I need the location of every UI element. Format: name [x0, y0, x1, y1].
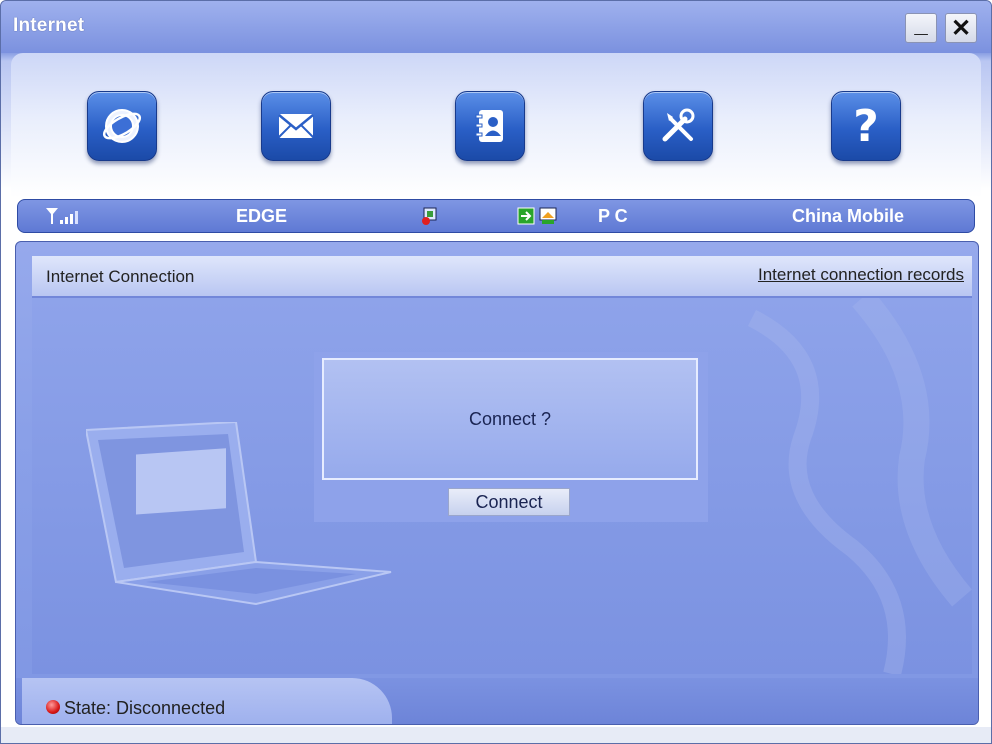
close-icon: ✕ — [950, 14, 972, 42]
minimize-icon: _ — [914, 11, 928, 38]
connect-button[interactable]: Connect — [448, 488, 570, 516]
panel-header: Internet Connection Internet connection … — [32, 256, 972, 298]
signal-strength-icon — [46, 208, 78, 224]
status-bar: EDGE P C China Mobile — [17, 199, 975, 233]
connection-state: State: Disconnected — [64, 698, 226, 718]
panel-title: Internet Connection — [46, 267, 195, 286]
connect-prompt-text: Connect ? — [468, 408, 552, 429]
connection-records-link[interactable]: Internet connection records — [758, 265, 964, 285]
pc-connection-icon — [517, 207, 557, 225]
help-button[interactable]: ? — [831, 91, 901, 161]
connect-prompt: Connect ? — [322, 358, 698, 480]
tools-icon — [662, 108, 695, 142]
connect-dialog: Connect ? Connect — [314, 352, 708, 522]
disconnected-status-icon — [46, 700, 60, 714]
minimize-button[interactable]: _ — [905, 11, 937, 43]
panel-content: Connect ? Connect — [32, 298, 972, 674]
internet-button[interactable] — [87, 91, 157, 161]
sim-card-icon — [422, 207, 437, 225]
globe-icon — [102, 109, 142, 143]
settings-button[interactable] — [643, 91, 713, 161]
envelope-icon — [278, 114, 314, 138]
messages-button[interactable] — [261, 91, 331, 161]
connection-mode: P C — [598, 206, 628, 226]
contacts-button[interactable] — [455, 91, 525, 161]
close-button[interactable]: ✕ — [945, 13, 977, 43]
status-footer: State: Disconnected — [16, 678, 978, 724]
operator-name: China Mobile — [792, 206, 904, 226]
network-type: EDGE — [236, 206, 288, 226]
window-title: Internet — [13, 15, 85, 36]
world-map-watermark — [747, 298, 972, 674]
app-window: Internet _ ✕ ? EDGE P C China Mobile Int… — [0, 0, 992, 744]
state-tab: State: Disconnected — [22, 678, 392, 724]
address-book-icon — [475, 110, 503, 142]
question-icon: ? — [853, 100, 879, 152]
connect-button-label: Connect — [475, 491, 543, 512]
internet-connection-panel: Internet Connection Internet connection … — [15, 241, 979, 725]
window-bottom-border — [1, 727, 991, 743]
title-bar[interactable]: Internet _ ✕ — [1, 1, 991, 53]
